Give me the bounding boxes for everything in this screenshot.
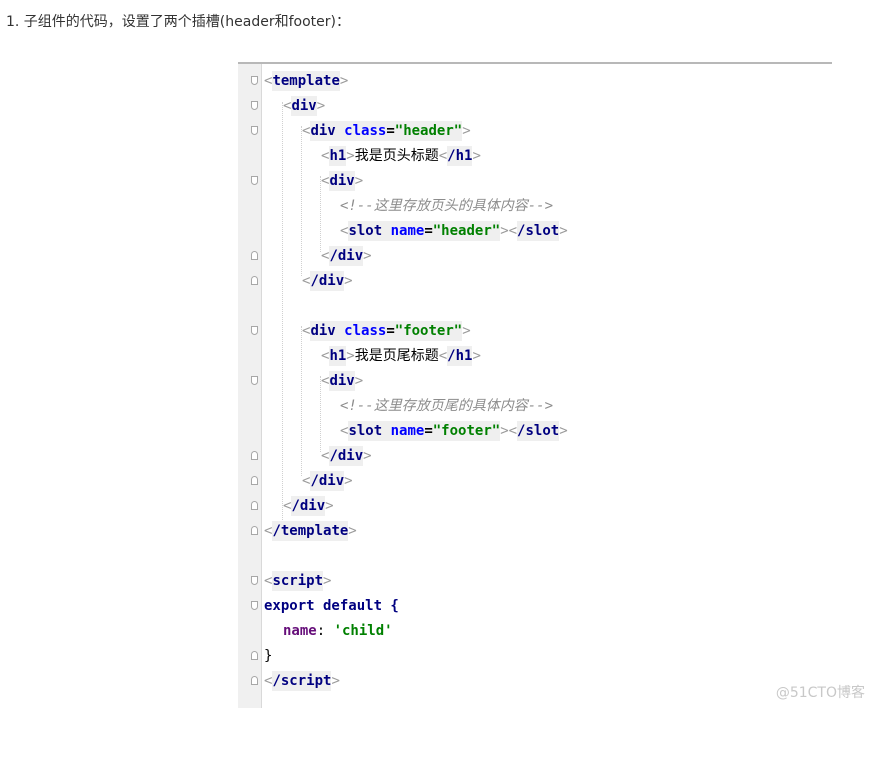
brace: } <box>264 648 273 664</box>
fold-close-icon[interactable] <box>251 501 258 510</box>
code-line: </div> <box>238 244 832 268</box>
code-line: </div> <box>238 494 832 518</box>
tag-name: /h1 <box>447 146 473 166</box>
code-line: </template> <box>238 519 832 543</box>
tag-name: /slot <box>517 221 560 241</box>
fold-open-icon[interactable] <box>251 601 258 610</box>
tag-name: /script <box>272 671 332 691</box>
fold-open-icon[interactable] <box>251 576 258 585</box>
code-line: <h1>我是页尾标题</h1> <box>321 346 481 366</box>
fold-close-icon[interactable] <box>251 526 258 535</box>
tag-name: /slot <box>517 421 560 441</box>
fold-close-icon[interactable] <box>251 451 258 460</box>
fold-close-icon[interactable] <box>251 251 258 260</box>
tag-name: /div <box>310 471 345 491</box>
tag-name: div <box>329 171 355 191</box>
code-line: </div> <box>238 444 832 468</box>
code-line: <div> <box>238 94 832 118</box>
tag-name: div <box>291 96 317 116</box>
code-line: <template> <box>238 69 832 93</box>
fold-close-icon[interactable] <box>251 651 258 660</box>
string-value: 'child' <box>333 623 393 639</box>
code-comment: <!--这里存放页尾的具体内容--> <box>340 398 554 414</box>
code-line: <slot name="header"></slot> <box>340 221 568 241</box>
fold-open-icon[interactable] <box>251 326 258 335</box>
fold-open-icon[interactable] <box>251 76 258 85</box>
code-line: </div> <box>238 469 832 493</box>
tag-name: slot <box>348 221 383 241</box>
tag-name: /div <box>291 496 326 516</box>
tag-name: /template <box>272 521 349 541</box>
fold-close-icon[interactable] <box>251 676 258 685</box>
attr-name: name <box>390 221 425 241</box>
text-content: 我是页头标题 <box>354 148 439 164</box>
property-name: name <box>283 623 317 639</box>
code-line: <div> <box>238 169 832 193</box>
code-line: <!--这里存放页头的具体内容--> <box>238 194 832 218</box>
code-line: <div class="footer"> <box>238 319 832 343</box>
tag-name: h1 <box>329 146 347 166</box>
fold-open-icon[interactable] <box>251 101 258 110</box>
tag-name: div <box>310 321 336 341</box>
code-comment: <!--这里存放页头的具体内容--> <box>340 198 554 214</box>
code-line: <div class="header"> <box>238 119 832 143</box>
code-line: <!--这里存放页尾的具体内容--> <box>238 394 832 418</box>
tag-name: script <box>272 571 324 591</box>
tag-name: div <box>310 121 336 141</box>
intro-text: 1. 子组件的代码，设置了两个插槽(header和footer)： <box>6 14 350 30</box>
attr-value: "footer" <box>394 321 463 341</box>
fold-open-icon[interactable] <box>251 126 258 135</box>
tag-name: /div <box>310 271 345 291</box>
code-line: </div> <box>238 269 832 293</box>
code-line: } <box>238 644 832 668</box>
attr-value: "header" <box>432 221 501 241</box>
code-screenshot: <template> <div> <div class="header"> <h… <box>238 62 832 708</box>
tag-name: /div <box>329 246 364 266</box>
code-lines: <template> <div> <div class="header"> <h… <box>238 64 832 708</box>
attr-value: "footer" <box>432 421 501 441</box>
fold-close-icon[interactable] <box>251 476 258 485</box>
watermark: @51CTO博客 <box>775 685 865 701</box>
tag-name: template <box>272 71 340 91</box>
attr-value: "header" <box>394 121 463 141</box>
attr-name: class <box>344 121 387 141</box>
code-line: name: 'child' <box>238 619 832 643</box>
tag-name: /div <box>329 446 364 466</box>
fold-open-icon[interactable] <box>251 376 258 385</box>
tag-name: /h1 <box>447 346 473 366</box>
fold-close-icon[interactable] <box>251 276 258 285</box>
attr-name: name <box>390 421 425 441</box>
tag-name: slot <box>348 421 383 441</box>
code-line: export default { <box>238 594 832 618</box>
attr-name: class <box>344 321 387 341</box>
code-line: <h1>我是页头标题</h1> <box>321 146 481 166</box>
code-line: <slot name="footer"></slot> <box>340 421 568 441</box>
code-line: </script> <box>238 669 832 693</box>
fold-open-icon[interactable] <box>251 176 258 185</box>
colon: : <box>316 623 334 639</box>
text-content: 我是页尾标题 <box>354 348 439 364</box>
code-line: <div> <box>238 369 832 393</box>
tag-name: div <box>329 371 355 391</box>
code-line: <script> <box>238 569 832 593</box>
tag-name: h1 <box>329 346 347 366</box>
keyword: export default { <box>264 598 399 614</box>
